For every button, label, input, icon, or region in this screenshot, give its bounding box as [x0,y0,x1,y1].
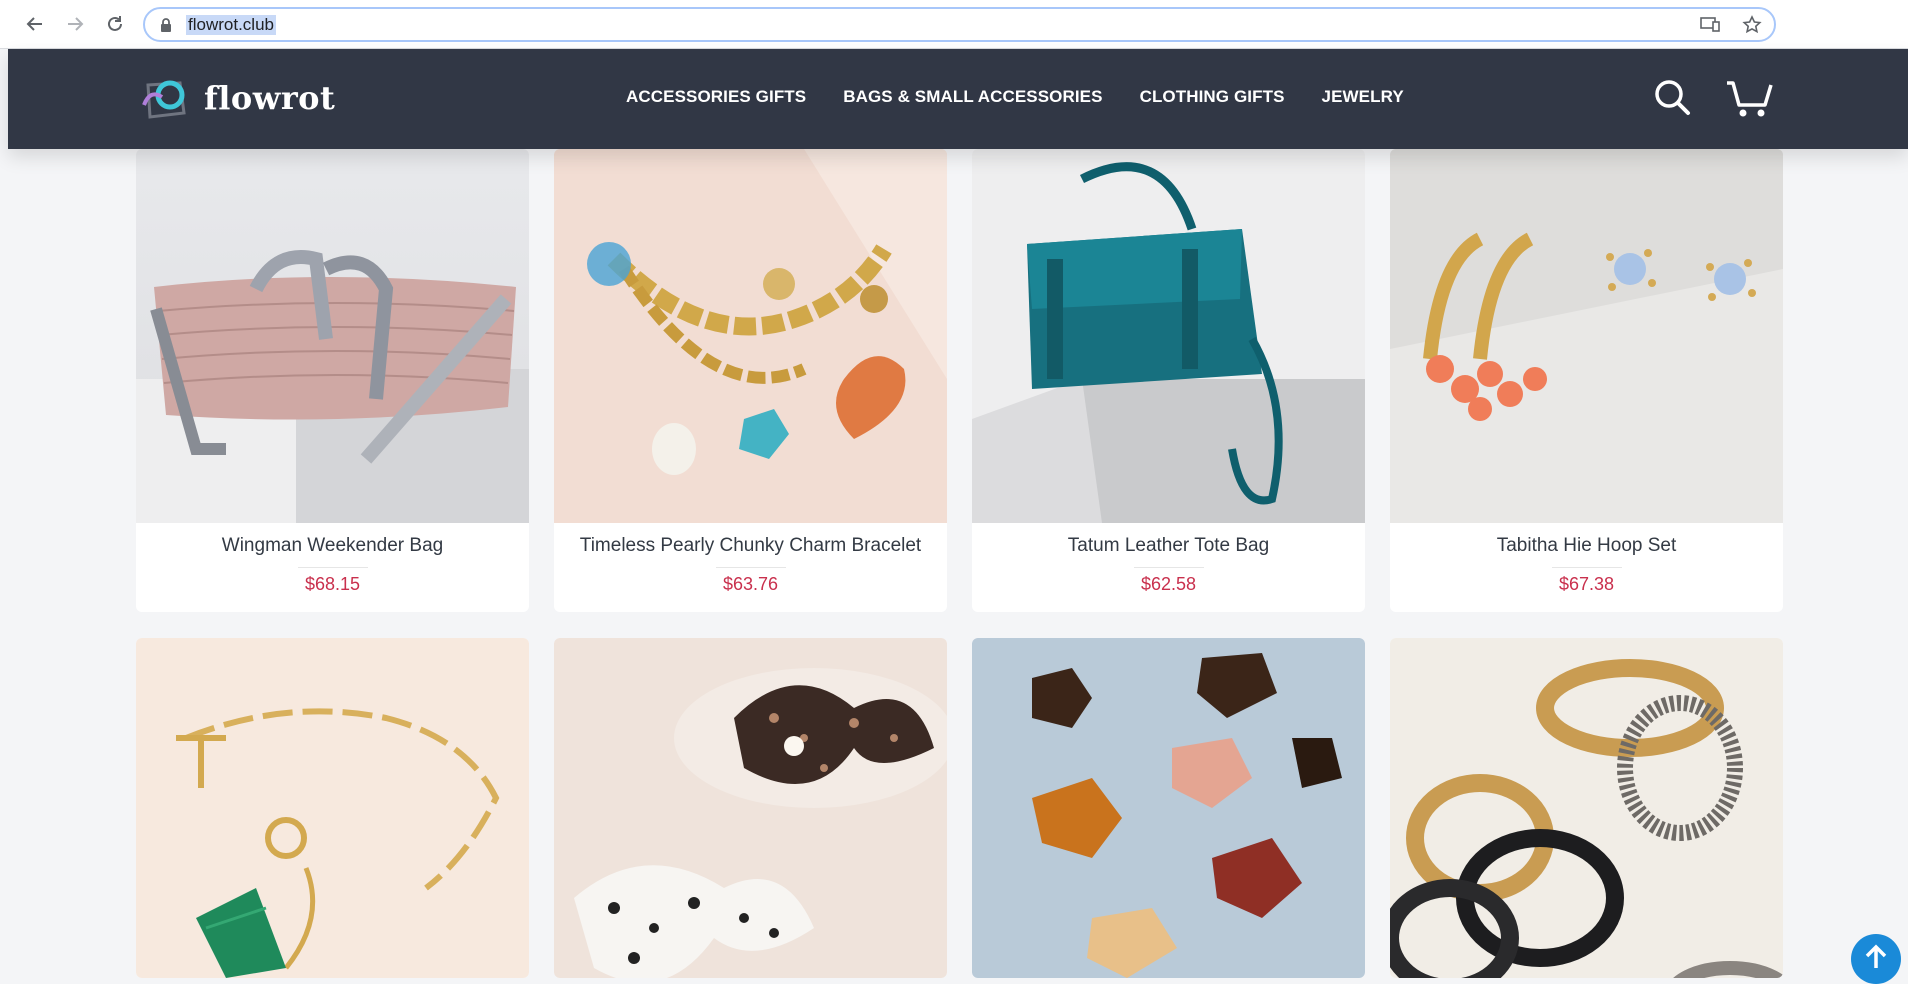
product-card[interactable]: Tatum Leather Tote Bag $62.58 [972,149,1365,612]
product-card[interactable] [136,638,529,978]
forward-arrow-icon[interactable] [63,12,87,36]
address-bar[interactable]: flowrot.club [143,7,1776,42]
product-price: $63.76 [722,574,779,594]
divider [1551,567,1622,568]
logo-mark-icon [142,80,186,119]
product-image[interactable] [136,149,529,523]
product-name[interactable]: Tatum Leather Tote Bag [972,535,1365,559]
arrow-up-icon [1865,944,1887,968]
product-image[interactable] [972,149,1365,523]
product-price: $62.58 [1140,574,1197,594]
back-arrow-icon[interactable] [23,12,47,36]
cart-icon[interactable] [1725,77,1775,124]
nav-accessories-gifts[interactable]: ACCESSORIES GIFTS [626,87,806,107]
divider [1133,567,1204,568]
product-card[interactable]: Tabitha Hie Hoop Set $67.38 [1390,149,1783,612]
product-image[interactable] [554,638,947,978]
main-nav: ACCESSORIES GIFTS BAGS & SMALL ACCESSORI… [626,87,1404,107]
product-image[interactable] [136,638,529,978]
product-name[interactable]: Timeless Pearly Chunky Charm Bracelet [554,535,947,559]
product-name[interactable]: Tabitha Hie Hoop Set [1390,535,1783,559]
product-price: $67.38 [1558,574,1615,594]
product-card[interactable] [554,638,947,978]
product-card[interactable]: Timeless Pearly Chunky Charm Bracelet $6… [554,149,947,612]
product-price: $68.15 [304,574,361,594]
bookmark-star-icon[interactable] [1742,15,1762,40]
site-header: flowrot ACCESSORIES GIFTS BAGS & SMALL A… [8,49,1908,149]
nav-clothing-gifts[interactable]: CLOTHING GIFTS [1140,87,1285,107]
product-card[interactable]: Wingman Weekender Bag $68.15 [136,149,529,612]
nav-jewelry[interactable]: JEWELRY [1322,87,1404,107]
product-name[interactable]: Wingman Weekender Bag [136,535,529,559]
logo-text: flowrot [204,79,336,117]
divider [297,567,368,568]
search-icon[interactable] [1652,77,1692,122]
product-card[interactable] [1390,638,1783,978]
site-logo[interactable]: flowrot [140,75,335,121]
url-text[interactable]: flowrot.club [186,15,276,35]
scroll-to-top-button[interactable] [1851,934,1901,984]
divider [715,567,786,568]
product-card[interactable] [972,638,1365,978]
lock-icon[interactable] [159,17,173,38]
browser-toolbar: flowrot.club [0,0,1908,49]
install-app-icon[interactable] [1700,15,1720,38]
product-image[interactable] [554,149,947,523]
reload-icon[interactable] [103,12,127,36]
product-image[interactable] [972,638,1365,978]
nav-bags-small-accessories[interactable]: BAGS & SMALL ACCESSORIES [843,87,1102,107]
product-image[interactable] [1390,638,1783,978]
product-image[interactable] [1390,149,1783,523]
